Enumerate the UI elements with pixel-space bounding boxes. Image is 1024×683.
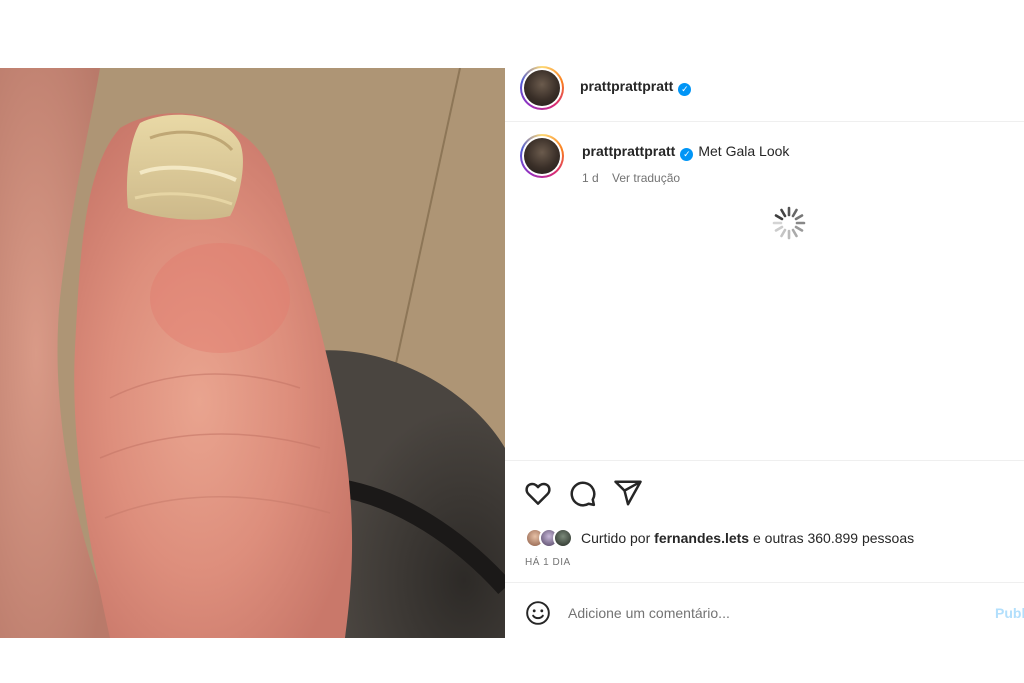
comment-icon[interactable] xyxy=(567,478,597,508)
header-username[interactable]: prattprattpratt xyxy=(580,78,673,94)
loading-spinner-icon xyxy=(772,206,806,240)
post-details-panel: prattprattpratt ✓ prattprattpratt ✓ Met Gal… xyxy=(505,66,1024,638)
likes-user-link[interactable]: fernandes.lets xyxy=(654,530,749,546)
caption-username[interactable]: prattprattpratt xyxy=(582,143,675,159)
post-timestamp[interactable]: HÁ 1 DIA xyxy=(525,557,571,568)
verified-badge-icon: ✓ xyxy=(680,148,694,161)
divider xyxy=(505,460,1024,461)
liker-avatar xyxy=(553,528,573,548)
caption: prattprattpratt ✓ Met Gala Look xyxy=(582,143,789,161)
emoji-icon[interactable] xyxy=(525,600,551,626)
likes-text: Curtido por fernandes.lets e outras 360.… xyxy=(581,530,914,546)
likes-prefix: Curtido por xyxy=(581,530,651,546)
toe-photo xyxy=(0,68,505,638)
post-header: prattprattpratt ✓ xyxy=(505,66,1024,122)
publish-button[interactable]: Publicar xyxy=(995,605,1024,621)
comment-input[interactable] xyxy=(568,602,978,624)
heart-icon[interactable] xyxy=(523,478,553,508)
header-username-link[interactable]: prattprattpratt ✓ xyxy=(580,78,692,96)
verified-badge-icon: ✓ xyxy=(678,83,692,96)
see-translation-link[interactable]: Ver tradução xyxy=(612,171,680,185)
caption-meta: 1 d Ver tradução xyxy=(582,171,690,185)
post-image[interactable] xyxy=(0,68,505,638)
caption-avatar[interactable] xyxy=(520,134,564,178)
likes-suffix[interactable]: e outras 360.899 pessoas xyxy=(753,530,914,546)
caption-time[interactable]: 1 d xyxy=(582,171,599,185)
caption-text: Met Gala Look xyxy=(698,143,790,159)
likes-summary[interactable]: Curtido por fernandes.lets e outras 360.… xyxy=(525,526,914,550)
header-avatar[interactable] xyxy=(520,66,564,110)
share-icon[interactable] xyxy=(613,478,643,508)
divider xyxy=(505,582,1024,583)
